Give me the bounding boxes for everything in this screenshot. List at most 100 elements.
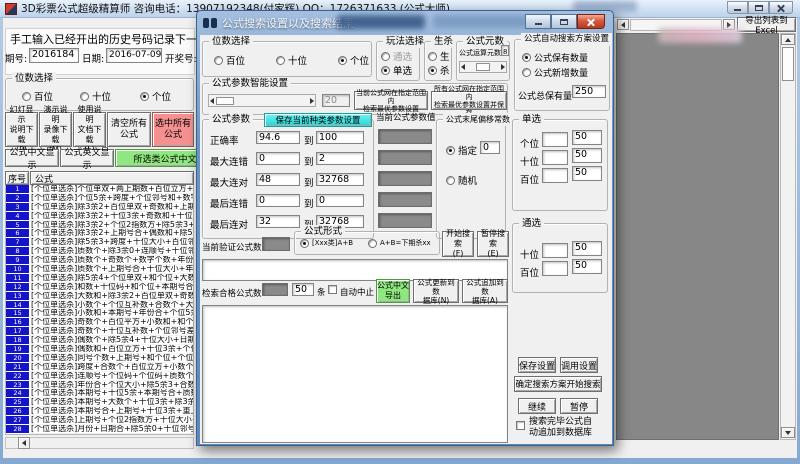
single-input[interactable] (542, 168, 568, 183)
element-count-input[interactable]: 8 (501, 45, 509, 56)
table-row[interactable]: 9[个位单选杀]质数个+奇数个+数字个数+年份和+ (6, 256, 193, 265)
row-index-cell[interactable]: 26 (6, 407, 29, 416)
select-all-formulas-button[interactable]: 选中所有公式 (152, 112, 194, 147)
row-formula-cell[interactable]: [个位单选杀]小数和+本期号+年份合+个位5余+ (29, 309, 193, 318)
single-value[interactable]: 50 (572, 166, 602, 181)
row-formula-cell[interactable]: [个位单选杀]上期号+个位2指数方+十位大小+月份 (29, 416, 193, 425)
row-index-cell[interactable]: 27 (6, 416, 29, 425)
element-count-scrollbar[interactable] (459, 61, 507, 73)
dlg-radio-shiwei[interactable]: 十位 (276, 53, 307, 67)
formula-table-body[interactable]: 1[个位单选杀]个位单双+两上期数+百位立方+奇数2[个位单选杀]个位5余+跨度… (5, 185, 194, 435)
save-settings-button[interactable]: 保存设置 (518, 357, 556, 373)
row-formula-cell[interactable]: [个位单选杀]本期号+十位5余+本期号合+质数个+ (29, 389, 193, 398)
param-to-input[interactable]: 100 (316, 131, 364, 144)
table-row[interactable]: 12[个位单选杀]和数+十位码+和个位+本期号合+百 (6, 283, 193, 292)
pause-search-button[interactable]: 暂停搜索 (E) (477, 231, 509, 257)
row-formula-cell[interactable]: [个位单选杀]月份+日期合+除5余0+十位邻号差+ (29, 425, 193, 434)
row-index-cell[interactable]: 16 (6, 318, 29, 327)
formula-english-display-button[interactable]: 公式英文显示 (60, 149, 114, 167)
dialog-maximize-button[interactable] (551, 14, 577, 29)
row-formula-cell[interactable]: [个位单选杀]除3余2+上期号合+偶数和+除5余2+ (29, 229, 193, 238)
row-index-cell[interactable]: 22 (6, 372, 29, 381)
row-formula-cell[interactable]: [个位单选杀]质数个+除3余0+连顺号+十位邻号差 (29, 247, 193, 256)
row-formula-cell[interactable]: [个位单选杀]除5余4+个位单双+和个位+大数个+ (29, 274, 193, 283)
table-row[interactable]: 11[个位单选杀]除5余4+个位单双+和个位+大数个+ (6, 274, 193, 283)
param-to-input[interactable]: 2 (316, 152, 364, 165)
row-formula-cell[interactable]: [个位单选杀]奇数个+百位平方+小数和+和个位 (29, 318, 193, 327)
table-row[interactable]: 26[个位单选杀]本期号合+上期号+十位3余+重上期 (6, 407, 193, 416)
radio-specify[interactable]: 指定 (446, 143, 477, 157)
table-scroll-left-button[interactable] (18, 437, 30, 449)
table-row[interactable]: 23[个位单选杀]年份合+个位大小+除5余3+合数个+ (6, 381, 193, 390)
table-row[interactable]: 15[个位单选杀]小数和+本期号+年份合+个位5余+ (6, 309, 193, 318)
list-scroll-left-button[interactable] (617, 19, 629, 30)
table-row[interactable]: 1[个位单选杀]个位单双+两上期数+百位立方+奇数 (6, 185, 193, 194)
row-index-cell[interactable]: 10 (6, 265, 29, 274)
row-index-cell[interactable]: 25 (6, 398, 29, 407)
offset-value-input[interactable]: 0 (480, 141, 500, 154)
table-row[interactable]: 18[个位单选杀]偶数个+除5余4+十位大小+日期+小 (6, 336, 193, 345)
single-value[interactable]: 50 (572, 130, 602, 145)
row-formula-cell[interactable]: [个位单选杀]偶数个+除5余4+十位大小+日期+小 (29, 336, 193, 345)
slideshow-download-button[interactable]: 幻灯显示 说明下载 (P) (5, 112, 38, 147)
row-index-cell[interactable]: 15 (6, 309, 29, 318)
tong-value[interactable]: 50 (572, 259, 602, 274)
row-formula-cell[interactable]: [个位单选杀]除5余3+跨度+十位大小+百位邻号数 (29, 238, 193, 247)
row-index-cell[interactable]: 9 (6, 256, 29, 265)
table-row[interactable]: 6[个位单选杀]除3余2+上期号合+偶数和+除5余2+ (6, 229, 193, 238)
row-index-cell[interactable]: 11 (6, 274, 29, 283)
table-row[interactable]: 14[个位单选杀]小数个+个位互补数+合数个+大数 (6, 301, 193, 310)
row-formula-cell[interactable]: [个位单选杀]大数和+除3余2+百位单双+奇数个+ (29, 292, 193, 301)
row-index-cell[interactable]: 5 (6, 221, 29, 230)
maximize-button[interactable] (748, 1, 769, 14)
close-button[interactable] (769, 1, 793, 14)
auto-stop-checkbox[interactable] (328, 285, 337, 294)
radio-sheng[interactable]: 生 (428, 49, 450, 63)
table-row[interactable]: 2[个位单选杀]个位5余+跨度+个位邻号和+数字个数 (6, 194, 193, 203)
row-formula-cell[interactable]: [个位单选杀]个位5余+跨度+个位邻号和+数字个数 (29, 194, 193, 203)
param-to-input[interactable]: 32768 (316, 173, 364, 186)
row-index-cell[interactable]: 17 (6, 327, 29, 336)
row-formula-cell[interactable]: [个位单选杀]连顺号+个位码+个位码+质数个+数 (29, 372, 193, 381)
table-row[interactable]: 25[个位单选杀]本期号+大数个+十位3余+除3余2+同 (6, 398, 193, 407)
row-formula-cell[interactable]: [个位单选杀]本期号合+上期号+十位3余+重上期 (29, 407, 193, 416)
demo-video-download-button[interactable]: 演示说明 录像下载 (M) (39, 112, 72, 147)
row-index-cell[interactable]: 14 (6, 301, 29, 310)
list-scrollbar-track[interactable] (630, 19, 722, 31)
export-chinese-button[interactable]: 公式中文 导出 (376, 279, 410, 303)
row-index-cell[interactable]: 4 (6, 212, 29, 221)
table-header-formula[interactable]: 公式 (30, 171, 194, 185)
manual-doc-download-button[interactable]: 使用说明 文档下载 (L) (73, 112, 106, 147)
radio-random[interactable]: 随机 (446, 173, 477, 187)
table-row[interactable]: 21[个位单选杀]跨度+合数个+百位立方+小数个+除 (6, 363, 193, 372)
row-formula-cell[interactable]: [个位单选杀]跨度+合数个+百位立方+小数个+除 (29, 363, 193, 372)
single-input[interactable] (542, 132, 568, 147)
row-formula-cell[interactable]: [个位单选杀]个位单双+两上期数+百位立方+奇数 (29, 185, 193, 194)
row-index-cell[interactable]: 6 (6, 229, 29, 238)
dlg-radio-baiwei[interactable]: 百位 (214, 53, 245, 67)
table-row[interactable]: 28[个位单选杀]月份+日期合+除5余0+十位邻号差+ (6, 425, 193, 434)
row-formula-cell[interactable]: [个位单选杀]同号个数+上期号+和个位+个位邻号 (29, 354, 193, 363)
row-index-cell[interactable]: 7 (6, 238, 29, 247)
param-from-input[interactable]: 32 (256, 215, 300, 228)
dialog-minimize-button[interactable] (525, 14, 551, 29)
minimize-button[interactable] (727, 1, 748, 14)
search-all-optimal-button[interactable]: 所有公式网在指定范围内 检索最优参数设置并保存 (431, 91, 507, 110)
row-index-cell[interactable]: 3 (6, 203, 29, 212)
table-row[interactable]: 8[个位单选杀]质数个+除3余0+连顺号+十位邻号差 (6, 247, 193, 256)
main-radio-shiwei[interactable]: 十位 (80, 89, 111, 103)
row-formula-cell[interactable]: [个位单选杀]小数个+个位互补数+合数个+大数 (29, 301, 193, 310)
row-formula-cell[interactable]: [个位单选杀]除3余2+十位3余+奇数和+十位邻号数 (29, 212, 193, 221)
table-row[interactable]: 16[个位单选杀]奇数个+百位平方+小数和+和个位 (6, 318, 193, 327)
single-value[interactable]: 50 (572, 148, 602, 163)
row-index-cell[interactable]: 18 (6, 336, 29, 345)
row-formula-cell[interactable]: [个位单选杀]本期号+大数个+十位3余+除3余2+同 (29, 398, 193, 407)
vertical-scrollbar[interactable] (780, 33, 796, 440)
table-row[interactable]: 17[个位单选杀]奇数个+十位互补数+个位邻号差+十 (6, 327, 193, 336)
radio-keep-count[interactable]: 公式保有数量 (522, 51, 588, 64)
table-row[interactable]: 10[个位单选杀]质数个+上期号合+十位大小+年份合 (6, 265, 193, 274)
vertical-scroll-thumb[interactable] (782, 47, 794, 81)
param-from-input[interactable]: 0 (256, 194, 300, 207)
param-to-input[interactable]: 0 (316, 194, 364, 207)
table-row[interactable]: 5[个位单选杀]除3余2+个位2指数方+除5余3+百位和 (6, 221, 193, 230)
